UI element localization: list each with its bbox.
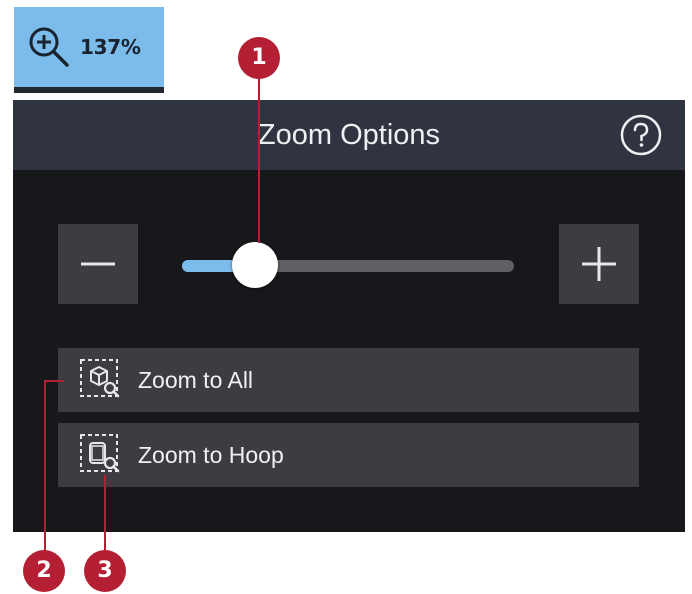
callout-2-leader — [44, 380, 64, 382]
minus-icon — [81, 262, 115, 266]
plus-icon — [582, 247, 616, 281]
callout-1: 1 — [238, 37, 280, 79]
zoom-to-hoop-label: Zoom to Hoop — [138, 442, 284, 468]
zoom-to-all-label: Zoom to All — [138, 367, 254, 393]
callout-2: 2 — [23, 550, 65, 592]
callout-3-line — [104, 475, 106, 552]
panel-title: Zoom Options — [257, 119, 441, 151]
callout-3: 3 — [84, 550, 126, 592]
zoom-to-hoop-icon — [80, 434, 120, 473]
zoom-level-button[interactable]: 137% — [14, 7, 164, 93]
zoom-to-hoop-button[interactable]: Zoom to Hoop — [58, 423, 639, 487]
panel-header: Zoom Options — [13, 100, 685, 170]
zoom-to-all-icon — [80, 359, 120, 398]
help-button[interactable] — [619, 113, 663, 157]
callout-2-line — [44, 380, 46, 552]
zoom-out-button[interactable] — [58, 224, 138, 304]
zoom-slider[interactable] — [182, 242, 514, 288]
zoom-options-panel: Zoom Options Zoom to All Zoom to Hoop — [13, 100, 685, 532]
zoom-in-icon — [29, 27, 69, 67]
callout-1-line — [258, 78, 260, 243]
zoom-slider-handle[interactable] — [232, 242, 278, 288]
zoom-to-all-button[interactable]: Zoom to All — [58, 348, 639, 412]
zoom-in-button[interactable] — [559, 224, 639, 304]
zoom-percentage: 137% — [80, 35, 141, 59]
